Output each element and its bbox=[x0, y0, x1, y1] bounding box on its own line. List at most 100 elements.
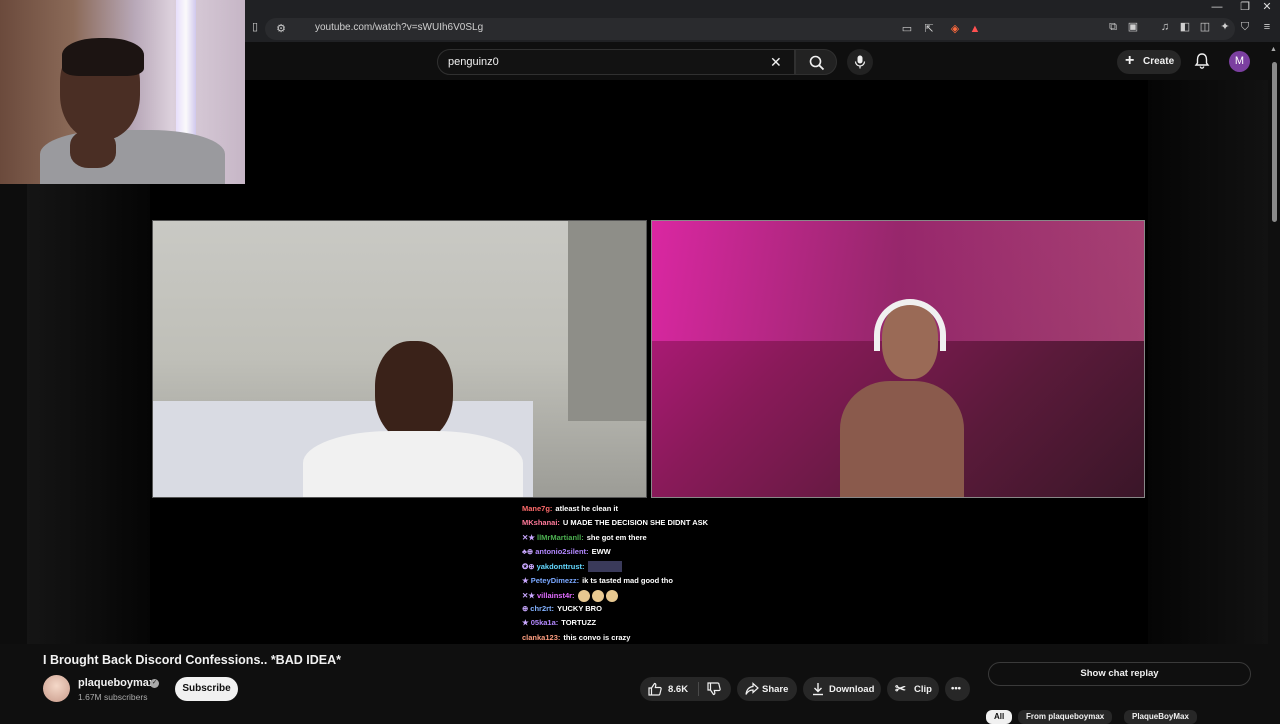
like-button[interactable]: 8.6K bbox=[640, 677, 698, 701]
video-feed-right bbox=[651, 220, 1145, 498]
chat-username: Mane7g: bbox=[522, 504, 553, 513]
video-feed-left bbox=[152, 220, 647, 498]
chat-emote-image bbox=[587, 561, 622, 573]
menu-icon[interactable]: ≡ bbox=[1261, 21, 1273, 33]
download-icon bbox=[813, 683, 823, 696]
share-page-icon[interactable]: ⇱ bbox=[923, 23, 935, 35]
chat-username: yakdonttrust: bbox=[536, 561, 585, 571]
verified-icon: ✓ bbox=[150, 679, 159, 688]
download-button[interactable]: Download bbox=[803, 677, 881, 701]
chat-message: ♣⊕ antonio2silent: EWW bbox=[522, 547, 611, 557]
search-icon bbox=[809, 55, 825, 71]
chat-username: villainst4r: bbox=[537, 590, 575, 600]
url-text[interactable]: youtube.com/watch?v=sWUIh6V0SLg bbox=[315, 22, 483, 33]
dislike-button[interactable] bbox=[699, 677, 731, 701]
left-margin bbox=[0, 184, 27, 644]
bell-icon[interactable] bbox=[1193, 52, 1211, 70]
chat-text: she got em there bbox=[586, 532, 647, 542]
chat-text: U MADE THE DECISION SHE DIDNT ASK bbox=[562, 518, 709, 528]
restore-icon[interactable]: ❐ bbox=[1233, 0, 1257, 14]
chat-badge-icon: ★ bbox=[522, 575, 529, 585]
share-label: Share bbox=[762, 684, 789, 695]
video-backdrop-right bbox=[1148, 80, 1268, 644]
subscribe-button[interactable]: Subscribe bbox=[175, 677, 238, 701]
emoji-icon bbox=[605, 589, 618, 602]
clip-button[interactable]: ✂ Clip bbox=[887, 677, 939, 701]
account-avatar[interactable]: M bbox=[1229, 51, 1250, 72]
bookmark-icon[interactable]: ▯ bbox=[249, 21, 261, 33]
chat-username: 05ka1a: bbox=[530, 618, 559, 628]
filter-chip[interactable]: All bbox=[986, 710, 1013, 724]
clip-label: Clip bbox=[914, 684, 932, 695]
share-button[interactable]: Share bbox=[737, 677, 797, 701]
chat-message: ✕★ villainst4r: bbox=[522, 589, 620, 602]
chat-username: clanka123: bbox=[522, 632, 561, 642]
chat-badge-icon: ✕★ bbox=[522, 590, 536, 600]
chat-text: atleast he clean it bbox=[555, 504, 618, 513]
minimize-icon[interactable]: — bbox=[1205, 0, 1229, 14]
search-box[interactable]: penguinz0 ✕ bbox=[437, 49, 795, 75]
webcam-hair bbox=[62, 38, 144, 76]
voice-search-button[interactable] bbox=[847, 49, 873, 75]
door bbox=[568, 221, 646, 421]
webcam-hand bbox=[70, 130, 116, 168]
wallet2-icon[interactable]: ◫ bbox=[1199, 21, 1211, 33]
channel-name[interactable]: plaqueboymax bbox=[78, 677, 155, 689]
more-icon: ••• bbox=[951, 683, 961, 694]
page-scrollbar[interactable]: ▲ bbox=[1268, 42, 1280, 720]
chat-text: EWW bbox=[591, 546, 611, 556]
chat-message: clanka123: this convo is crazy bbox=[522, 633, 630, 643]
vpn-icon[interactable]: ⛉ bbox=[1239, 21, 1251, 33]
share-icon bbox=[745, 682, 759, 695]
rewards-icon[interactable]: ▲ bbox=[969, 23, 981, 35]
chat-overlay: Mane7g: atleast he clean it MKshanai: U MAD… bbox=[522, 500, 782, 644]
emoji-icon bbox=[577, 589, 590, 602]
person-head bbox=[375, 341, 453, 441]
emoji-icon bbox=[591, 589, 604, 602]
more-actions-button[interactable]: ••• bbox=[945, 677, 970, 701]
chat-username: PeteyDimezz: bbox=[530, 575, 580, 585]
leo-icon[interactable]: ✦ bbox=[1219, 21, 1231, 33]
chat-username: llMrMartianll: bbox=[537, 532, 584, 542]
cast-icon[interactable]: ▭ bbox=[901, 23, 913, 35]
thumb-up-icon bbox=[648, 682, 662, 696]
chat-message: ★ 05ka1a: TORTUZZ bbox=[522, 618, 596, 628]
search-input[interactable]: penguinz0 bbox=[448, 56, 499, 68]
create-button[interactable]: + Create bbox=[1117, 50, 1181, 74]
wallet-icon[interactable]: ▣ bbox=[1127, 21, 1139, 33]
site-settings-icon[interactable]: ⚙ bbox=[275, 23, 287, 35]
filter-chip[interactable]: From plaqueboymax bbox=[1018, 710, 1113, 724]
chat-username: MKshanai: bbox=[522, 518, 560, 528]
youtube-header: penguinz0 ✕ + Create M bbox=[245, 42, 1280, 80]
chat-text: this convo is crazy bbox=[563, 632, 631, 642]
create-label: Create bbox=[1143, 56, 1175, 67]
thumb-down-icon bbox=[707, 682, 721, 696]
filter-chip[interactable]: PlaqueBoyMax bbox=[1124, 710, 1197, 724]
sidebar-icon[interactable]: ◧ bbox=[1179, 21, 1191, 33]
search-button[interactable] bbox=[795, 49, 837, 75]
close-window-icon[interactable]: ✕ bbox=[1255, 0, 1279, 14]
close-icon[interactable]: ✕ bbox=[770, 54, 782, 71]
brave-shield-icon[interactable]: ◈ bbox=[949, 23, 961, 35]
chat-text: TORTUZZ bbox=[561, 618, 597, 628]
media-icon[interactable]: ♫ bbox=[1159, 21, 1171, 33]
chat-badge-icon: ★ bbox=[522, 618, 529, 628]
chat-badge-icon: ✪⊕ bbox=[522, 561, 535, 571]
address-bar-row: ▯ ⚙ youtube.com/watch?v=sWUIh6V0SLg ▭ ⇱ … bbox=[245, 16, 1280, 42]
chat-message: MKshanai: U MADE THE DECISION SHE DIDNT A… bbox=[522, 518, 708, 528]
video-backdrop-left bbox=[27, 180, 150, 644]
webcam-body bbox=[40, 130, 225, 184]
chat-username: chr2rt: bbox=[530, 604, 555, 614]
scroll-up-icon[interactable]: ▲ bbox=[1270, 46, 1277, 53]
address-bar[interactable]: ⚙ youtube.com/watch?v=sWUIh6V0SLg ▭ ⇱ ◈ … bbox=[265, 18, 1235, 40]
streamer-webcam bbox=[0, 0, 245, 184]
chat-text: YUCKY BRO bbox=[557, 604, 602, 614]
scrollbar-thumb[interactable] bbox=[1272, 62, 1277, 222]
chat-badge-icon: ✕★ bbox=[522, 532, 536, 542]
chat-message: ★ PeteyDimezz: ik ts tasted mad good tho bbox=[522, 576, 673, 586]
show-chat-replay-button[interactable]: Show chat replay bbox=[988, 662, 1251, 686]
scissors-icon: ✂ bbox=[895, 681, 906, 696]
mic-icon bbox=[854, 55, 866, 69]
channel-avatar[interactable] bbox=[43, 675, 70, 702]
extensions-icon[interactable]: ⧉ bbox=[1107, 21, 1119, 33]
